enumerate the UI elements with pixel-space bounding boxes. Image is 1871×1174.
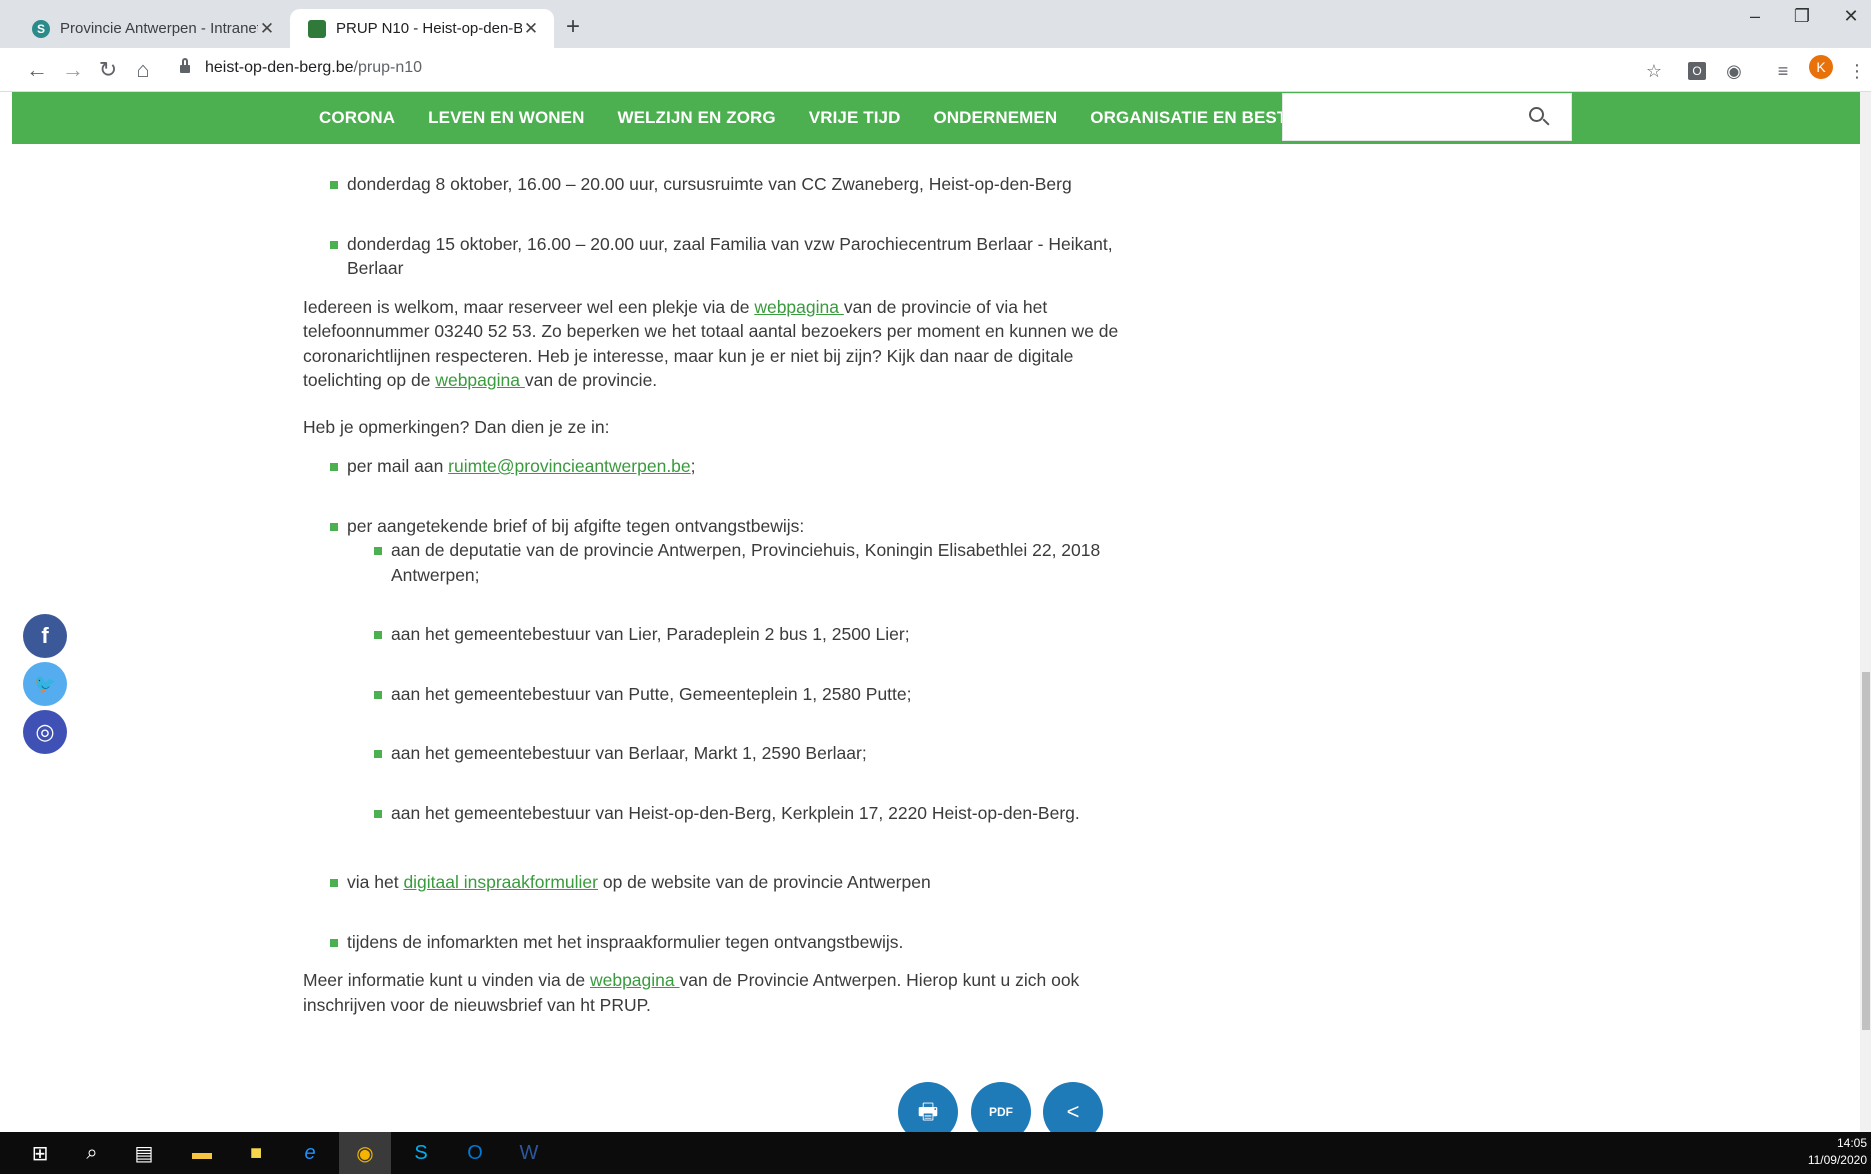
address-bar[interactable]: heist-op-den-berg.be/prup-n10 bbox=[205, 59, 422, 77]
sharepoint-icon: S bbox=[32, 19, 50, 38]
home-icon[interactable]: ⌂ bbox=[128, 55, 158, 85]
browser-tabbar: S Provincie Antwerpen - Intranet ✕ PRUP … bbox=[0, 0, 1871, 48]
windows-start-icon[interactable]: ⊞ bbox=[14, 1132, 66, 1174]
extension-circle-icon[interactable]: ◉ bbox=[1723, 60, 1745, 82]
nav-leven-en-wonen[interactable]: LEVEN EN WONEN bbox=[428, 108, 584, 128]
search-icon[interactable] bbox=[1529, 107, 1551, 129]
tab-prup-n10[interactable]: PRUP N10 - Heist-op-den-Berg ✕ bbox=[290, 9, 554, 48]
site-favicon-icon bbox=[308, 19, 326, 38]
minimize-button[interactable]: – bbox=[1735, 6, 1775, 27]
nav-vrije-tijd[interactable]: VRIJE TIJD bbox=[809, 108, 901, 128]
extension-icon[interactable]: O bbox=[1688, 62, 1706, 80]
email-link[interactable]: ruimte@provincieantwerpen.be bbox=[448, 456, 690, 476]
scrollbar-thumb[interactable] bbox=[1862, 672, 1870, 1030]
close-window-button[interactable]: ✕ bbox=[1831, 6, 1871, 27]
windows-taskbar: ⊞ ⌕ ▤ ▬ ■ e ◉ S O W 14:05 11/09/2020 bbox=[0, 1132, 1871, 1174]
reload-icon[interactable]: ↻ bbox=[93, 55, 123, 85]
address-item: aan het gemeentebestuur van Putte, Gemee… bbox=[303, 682, 1133, 707]
list-item-digital: via het digitaal inspraakformulier op de… bbox=[303, 870, 1133, 895]
bookmark-star-icon[interactable]: ☆ bbox=[1643, 60, 1665, 82]
more-info-paragraph: Meer informatie kunt u vinden via de web… bbox=[303, 970, 1080, 1015]
forward-icon[interactable]: → bbox=[58, 55, 88, 85]
system-clock[interactable]: 14:05 11/09/2020 bbox=[1808, 1135, 1867, 1169]
list-item: donderdag 8 oktober, 16.00 – 20.00 uur, … bbox=[303, 172, 1133, 197]
nav-ondernemen[interactable]: ONDERNEMEN bbox=[933, 108, 1057, 128]
browser-toolbar: ← → ↻ ⌂ heist-op-den-berg.be/prup-n10 ☆ … bbox=[0, 48, 1871, 92]
close-tab-icon[interactable]: ✕ bbox=[522, 19, 540, 39]
article-body: donderdag 8 oktober, 16.00 – 20.00 uur, … bbox=[303, 172, 1133, 1039]
twitter-icon[interactable]: 🐦 bbox=[23, 662, 67, 706]
search-icon[interactable]: ⌕ bbox=[66, 1132, 118, 1174]
remarks-list-continued: via het digitaal inspraakformulier op de… bbox=[303, 870, 1133, 954]
site-navigation: CORONA LEVEN EN WONEN WELZIJN EN ZORG VR… bbox=[12, 92, 1860, 144]
instagram-icon[interactable]: ◎ bbox=[23, 710, 67, 754]
address-list: aan de deputatie van de provincie Antwer… bbox=[303, 538, 1133, 825]
welcome-paragraph: Iedereen is welkom, maar reserveer wel e… bbox=[303, 296, 1119, 391]
lock-icon[interactable] bbox=[180, 58, 190, 75]
infomarkt-list: donderdag 8 oktober, 16.00 – 20.00 uur, … bbox=[303, 172, 1133, 281]
inspraakformulier-link[interactable]: digitaal inspraakformulier bbox=[403, 872, 598, 892]
list-item: donderdag 15 oktober, 16.00 – 20.00 uur,… bbox=[303, 232, 1133, 281]
list-item-mail: per mail aan ruimte@provincieantwerpen.b… bbox=[303, 454, 1133, 479]
file-explorer-icon[interactable]: ▬ bbox=[176, 1132, 228, 1174]
tab-title: PRUP N10 - Heist-op-den-Berg bbox=[336, 20, 522, 37]
webpagina-link[interactable]: webpagina bbox=[435, 370, 525, 390]
task-view-icon[interactable]: ▤ bbox=[118, 1132, 170, 1174]
internet-explorer-icon[interactable]: e bbox=[284, 1132, 336, 1174]
facebook-icon[interactable]: f bbox=[23, 614, 67, 658]
list-item-infomarkt: tijdens de infomarkten met het inspraakf… bbox=[303, 930, 1133, 955]
search-input[interactable] bbox=[1283, 94, 1523, 138]
close-tab-icon[interactable]: ✕ bbox=[258, 19, 276, 39]
profile-avatar[interactable]: K bbox=[1809, 55, 1833, 79]
webpagina-link[interactable]: webpagina bbox=[754, 297, 844, 317]
nav-corona[interactable]: CORONA bbox=[319, 108, 395, 128]
tab-provincie-intranet[interactable]: S Provincie Antwerpen - Intranet ✕ bbox=[14, 9, 290, 48]
menu-icon[interactable]: ⋮ bbox=[1846, 60, 1868, 82]
list-item-letter: per aangetekende brief of bij afgifte te… bbox=[303, 514, 1133, 539]
word-icon[interactable]: W bbox=[503, 1132, 555, 1174]
address-item: aan het gemeentebestuur van Berlaar, Mar… bbox=[303, 741, 1133, 766]
outlook-icon[interactable]: O bbox=[449, 1132, 501, 1174]
remarks-intro: Heb je opmerkingen? Dan dien je ze in: bbox=[303, 416, 610, 437]
chrome-icon[interactable]: ◉ bbox=[339, 1132, 391, 1174]
address-item: aan de deputatie van de provincie Antwer… bbox=[303, 538, 1133, 587]
new-tab-button[interactable]: + bbox=[566, 12, 580, 42]
address-item: aan het gemeentebestuur van Heist-op-den… bbox=[303, 801, 1133, 826]
address-item: aan het gemeentebestuur van Lier, Parade… bbox=[303, 622, 1133, 647]
site-search bbox=[1282, 93, 1572, 141]
back-icon[interactable]: ← bbox=[22, 55, 52, 85]
nav-welzijn-en-zorg[interactable]: WELZIJN EN ZORG bbox=[617, 108, 775, 128]
tab-title: Provincie Antwerpen - Intranet bbox=[60, 20, 258, 37]
sticky-notes-icon[interactable]: ■ bbox=[230, 1132, 282, 1174]
remarks-list: per mail aan ruimte@provincieantwerpen.b… bbox=[303, 454, 1133, 538]
webpagina-link[interactable]: webpagina bbox=[590, 970, 680, 990]
media-control-icon[interactable]: ≡ bbox=[1772, 60, 1794, 82]
skype-icon[interactable]: S bbox=[395, 1132, 447, 1174]
restore-button[interactable]: ❐ bbox=[1782, 6, 1822, 27]
